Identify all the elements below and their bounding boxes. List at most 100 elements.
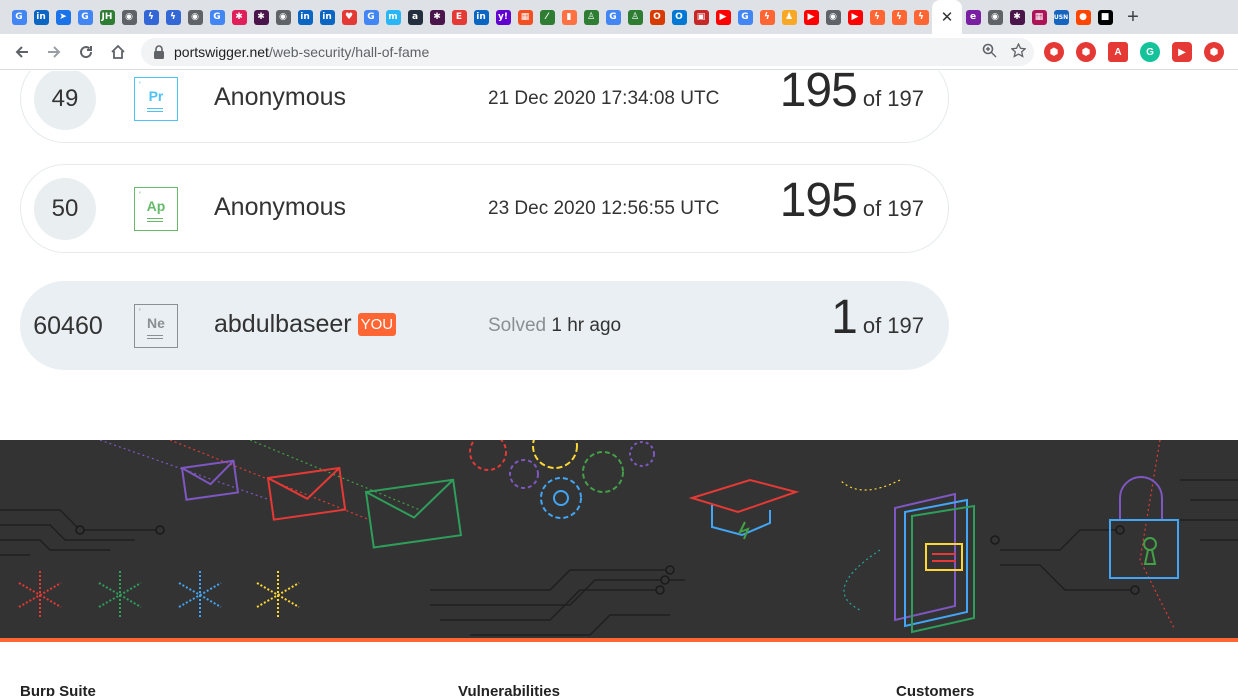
bookmark-star-icon[interactable] bbox=[1010, 41, 1027, 62]
browser-tab[interactable]: O bbox=[668, 0, 690, 34]
browser-tab[interactable]: ▦ bbox=[1028, 0, 1050, 34]
grid-icon: ▦ bbox=[1031, 9, 1047, 25]
browser-tab[interactable]: ▶ bbox=[800, 0, 822, 34]
browser-tab[interactable]: ϟ bbox=[140, 0, 162, 34]
adblock-extension-icon[interactable]: ⬢ bbox=[1044, 42, 1064, 62]
browser-tab[interactable]: ✱ bbox=[228, 0, 250, 34]
browser-tab[interactable]: ✱ bbox=[250, 0, 272, 34]
browser-tab[interactable]: m bbox=[382, 0, 404, 34]
adblock-extension-icon[interactable]: ⬢ bbox=[1076, 42, 1096, 62]
browser-tab[interactable]: ♙ bbox=[624, 0, 646, 34]
browser-tab[interactable]: E bbox=[448, 0, 470, 34]
browser-tab[interactable]: a bbox=[404, 0, 426, 34]
new-tab-button[interactable]: + bbox=[1116, 0, 1150, 34]
slack-icon: ✱ bbox=[1009, 9, 1025, 25]
player-name: abdulbaseer bbox=[214, 310, 352, 338]
google-icon: G bbox=[363, 9, 379, 25]
browser-tab[interactable]: G bbox=[206, 0, 228, 34]
element-symbol: Ne bbox=[147, 315, 165, 331]
footer-headings: Burp Suite Vulnerabilities Customers bbox=[0, 683, 1238, 696]
footer-heading-customers[interactable]: Customers bbox=[896, 683, 974, 696]
reddit-icon: ● bbox=[1075, 9, 1091, 25]
browser-tab[interactable]: ♟ bbox=[778, 0, 800, 34]
browser-tab[interactable]: G bbox=[360, 0, 382, 34]
score-value: 195 bbox=[779, 174, 858, 227]
address-bar[interactable]: portswigger.net/web-security/hall-of-fam… bbox=[141, 38, 1034, 66]
close-tab-icon[interactable]: ✕ bbox=[941, 8, 954, 26]
browser-tab[interactable]: JH bbox=[96, 0, 118, 34]
zap-icon: ϟ bbox=[143, 9, 159, 25]
browser-tab[interactable]: ▶ bbox=[712, 0, 734, 34]
jh-icon: JH bbox=[99, 9, 115, 25]
globe-icon: ◉ bbox=[825, 9, 841, 25]
browser-tab[interactable]: e bbox=[962, 0, 984, 34]
browser-tab[interactable]: G bbox=[8, 0, 30, 34]
globe-icon: ◉ bbox=[275, 9, 291, 25]
url-path: /web-security/hall-of-fame bbox=[268, 44, 430, 60]
forward-button[interactable] bbox=[38, 36, 70, 68]
zoom-icon[interactable] bbox=[982, 43, 997, 62]
m-icon: m bbox=[385, 9, 401, 25]
active-tab[interactable]: ✕ bbox=[932, 0, 962, 34]
footer-heading-vulnerabilities[interactable]: Vulnerabilities bbox=[458, 683, 560, 696]
browser-tab[interactable]: G bbox=[602, 0, 624, 34]
browser-tab[interactable]: ϟ bbox=[756, 0, 778, 34]
leaderboard-row: 50 ' Ap Anonymous 23 Dec 2020 12:56:55 UTC 19… bbox=[20, 164, 949, 253]
leaderboard-row: 49 ' Pr Anonymous 21 Dec 2020 17:34:08 UTC 19… bbox=[20, 71, 949, 143]
slack-icon: ✱ bbox=[253, 9, 269, 25]
office-icon: O bbox=[649, 9, 665, 25]
usn-icon: USN bbox=[1053, 9, 1069, 25]
media-extension-icon[interactable]: ▶ bbox=[1172, 42, 1192, 62]
browser-tab[interactable]: G bbox=[74, 0, 96, 34]
abp-extension-icon[interactable]: A bbox=[1108, 42, 1128, 62]
youtube-icon: ▶ bbox=[847, 9, 863, 25]
back-button[interactable] bbox=[6, 36, 38, 68]
browser-tab[interactable]: in bbox=[470, 0, 492, 34]
shield-extension-icon[interactable]: ⬢ bbox=[1204, 42, 1224, 62]
browser-tab[interactable]: ◉ bbox=[984, 0, 1006, 34]
grammarly-extension-icon[interactable]: G bbox=[1140, 42, 1160, 62]
browser-tab[interactable]: ◉ bbox=[118, 0, 140, 34]
google-icon: G bbox=[209, 9, 225, 25]
browser-tab[interactable]: ✱ bbox=[1006, 0, 1028, 34]
browser-tab[interactable]: ▣ bbox=[690, 0, 712, 34]
browser-tab[interactable]: ◉ bbox=[272, 0, 294, 34]
browser-tab[interactable]: in bbox=[316, 0, 338, 34]
footer-heading-burp-suite[interactable]: Burp Suite bbox=[20, 683, 96, 696]
browser-tab[interactable]: ▶ bbox=[844, 0, 866, 34]
browser-tab[interactable]: O bbox=[646, 0, 668, 34]
player-name: Anonymous bbox=[214, 193, 347, 221]
banner-illustration bbox=[0, 440, 1238, 636]
browser-tab[interactable]: ◉ bbox=[822, 0, 844, 34]
reload-button[interactable] bbox=[70, 36, 102, 68]
browser-tab[interactable]: ➤ bbox=[52, 0, 74, 34]
browser-tab[interactable]: USN bbox=[1050, 0, 1072, 34]
linkedin-icon: in bbox=[473, 9, 489, 25]
burp-icon: ϟ bbox=[869, 9, 885, 25]
square-icon: ■ bbox=[1097, 9, 1113, 25]
browser-tab[interactable]: ■ bbox=[1094, 0, 1116, 34]
time-value: 23 Dec 2020 12:56:55 UTC bbox=[488, 198, 720, 219]
browser-tab[interactable]: ● bbox=[1072, 0, 1094, 34]
browser-tab[interactable]: ϟ bbox=[910, 0, 932, 34]
browser-tab[interactable]: ϟ bbox=[866, 0, 888, 34]
current-user-row: 60460 ' Ne abdulbaseer YOU Solved 1 hr ago 1 of… bbox=[20, 281, 949, 370]
home-button[interactable] bbox=[102, 36, 134, 68]
element-avatar: ' Ap bbox=[134, 187, 178, 231]
browser-tab[interactable]: ♥ bbox=[338, 0, 360, 34]
reload-icon bbox=[80, 45, 93, 58]
browser-tab[interactable]: ▦ bbox=[514, 0, 536, 34]
browser-tab[interactable]: ◉ bbox=[184, 0, 206, 34]
browser-tab[interactable]: ⁄ bbox=[536, 0, 558, 34]
browser-tab[interactable]: ▮ bbox=[558, 0, 580, 34]
browser-tab[interactable]: in bbox=[30, 0, 52, 34]
youtube-icon: ▶ bbox=[803, 9, 819, 25]
browser-tab[interactable]: ϟ bbox=[162, 0, 184, 34]
burp-icon: ϟ bbox=[759, 9, 775, 25]
browser-tab[interactable]: ♙ bbox=[580, 0, 602, 34]
browser-tab[interactable]: ✱ bbox=[426, 0, 448, 34]
browser-tab[interactable]: G bbox=[734, 0, 756, 34]
browser-tab[interactable]: y! bbox=[492, 0, 514, 34]
browser-tab[interactable]: ϟ bbox=[888, 0, 910, 34]
browser-tab[interactable]: in bbox=[294, 0, 316, 34]
